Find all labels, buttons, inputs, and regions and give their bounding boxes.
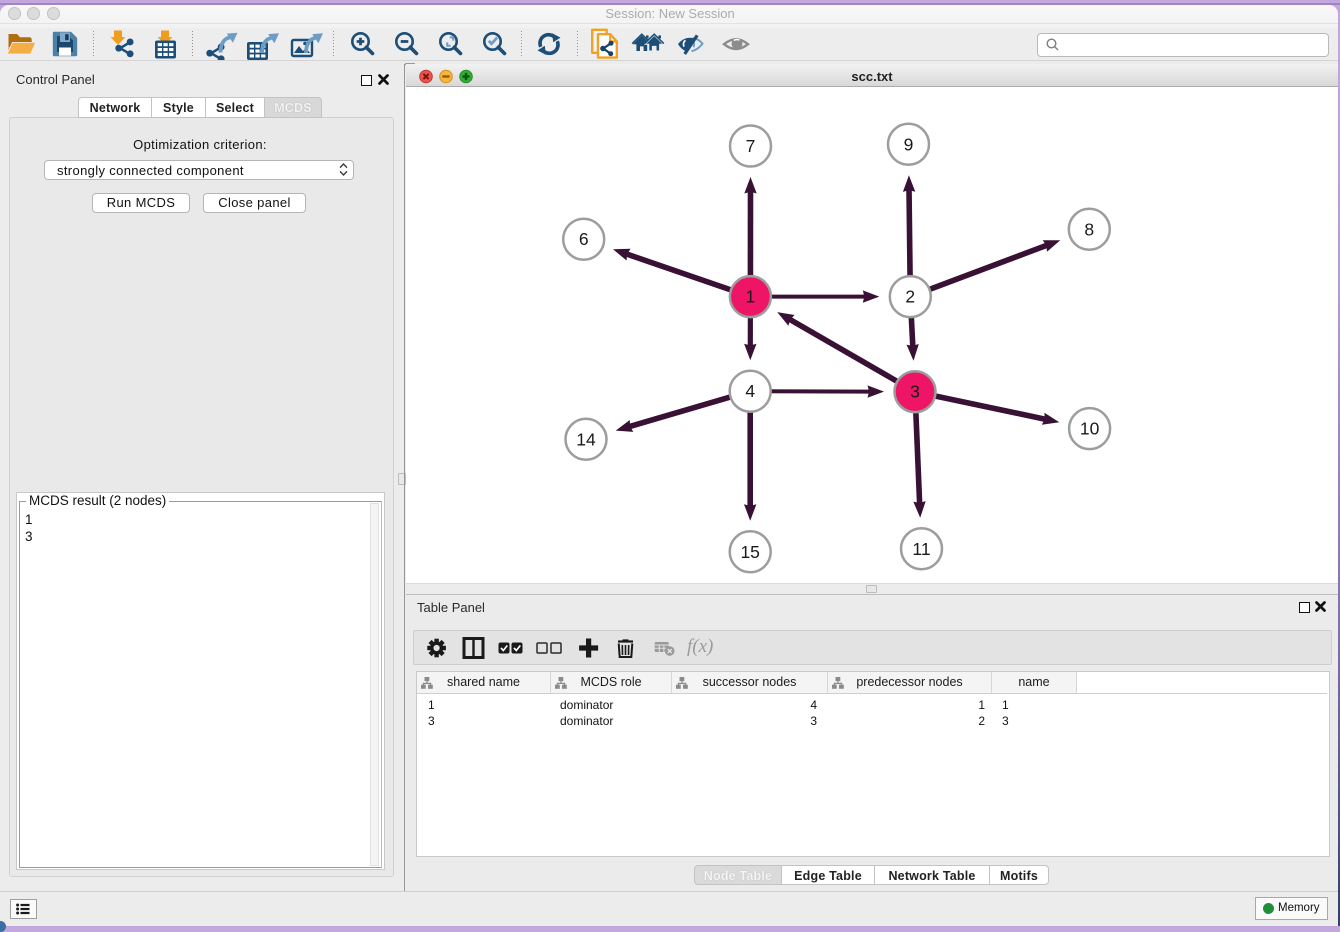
svg-text:2: 2 [905, 287, 915, 307]
svg-text:3: 3 [910, 382, 920, 402]
svg-text:1: 1 [746, 287, 756, 307]
svg-text:11: 11 [912, 539, 930, 559]
svg-text:4: 4 [745, 381, 755, 401]
svg-text:7: 7 [746, 136, 756, 156]
svg-text:6: 6 [579, 229, 589, 249]
svg-text:10: 10 [1080, 419, 1100, 439]
svg-text:15: 15 [740, 542, 759, 562]
svg-text:14: 14 [576, 429, 596, 449]
svg-text:8: 8 [1084, 219, 1094, 239]
svg-text:9: 9 [904, 134, 914, 154]
